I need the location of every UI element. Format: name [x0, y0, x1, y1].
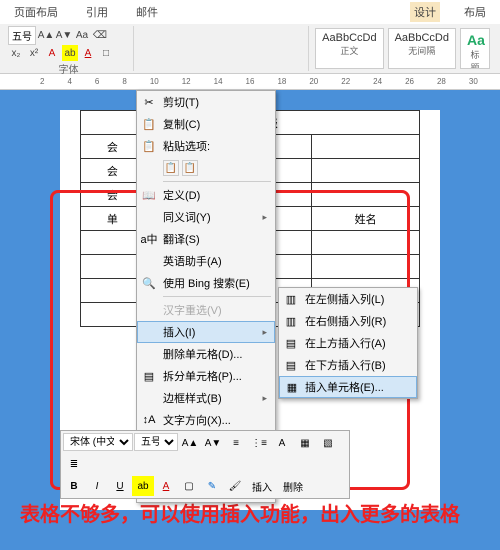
sub-icon[interactable]: x₂ — [8, 45, 24, 61]
font-group-label: 字体 — [8, 61, 129, 76]
annotation-text: 表格不够多，可以使用插入功能，出入更多的表格 — [20, 500, 460, 530]
border-icon[interactable]: ▢ — [178, 476, 200, 496]
shrink-font-icon[interactable]: A▼ — [56, 28, 72, 44]
grow-font-icon[interactable]: A▲ — [179, 433, 201, 453]
submenu-ins-right[interactable]: ▥在右侧插入列(R) — [279, 310, 417, 332]
book-icon: 📖 — [141, 187, 157, 203]
menu-split-cell[interactable]: ▤拆分单元格(P)... — [137, 365, 275, 387]
tab-ref[interactable]: 引用 — [82, 2, 112, 22]
chevron-right-icon: ▸ — [262, 327, 267, 338]
style-normal[interactable]: AaBbCcDd 正文 — [315, 28, 383, 69]
menu-hanzi: 汉字重选(V) — [137, 299, 275, 321]
menu-cut[interactable]: ✂剪切(T) — [137, 91, 275, 113]
menu-bing[interactable]: 🔍使用 Bing 搜索(E) — [137, 272, 275, 294]
style-nospace[interactable]: AaBbCcDd 无间隔 — [388, 28, 456, 69]
ins-col-left-icon: ▥ — [283, 291, 299, 307]
submenu-ins-above[interactable]: ▤在上方插入行(A) — [279, 332, 417, 354]
grow-font-icon[interactable]: A▲ — [38, 28, 54, 44]
merge-icon[interactable]: ▧ — [317, 433, 339, 453]
text-dir-icon: ↕A — [141, 412, 157, 428]
font-color-icon[interactable]: A — [80, 45, 96, 61]
tab-design[interactable]: 设计 — [410, 2, 440, 22]
ribbon: 五号 A▲ A▼ Aa ⌫ x₂ x² A ab A □ 字体 AaBbCcDd… — [0, 24, 500, 74]
menu-paste-options: 📋粘贴选项: — [137, 135, 275, 157]
text-effects-icon[interactable]: A — [44, 45, 60, 61]
submenu-ins-below[interactable]: ▤在下方插入行(B) — [279, 354, 417, 376]
underline-icon[interactable]: U — [109, 476, 131, 496]
menu-border-style[interactable]: 边框样式(B)▸ — [137, 387, 275, 409]
tab-mail[interactable]: 邮件 — [132, 2, 162, 22]
font-size-select[interactable]: 五号 — [8, 26, 36, 45]
tab-layout[interactable]: 页面布局 — [10, 2, 62, 22]
menu-translate[interactable]: a中翻译(S) — [137, 228, 275, 250]
menu-insert[interactable]: 插入(I)▸ — [137, 321, 275, 343]
align-icon[interactable]: ≣ — [63, 454, 85, 474]
highlight-icon[interactable]: ab — [62, 45, 78, 61]
italic-icon[interactable]: I — [86, 476, 108, 496]
scissors-icon: ✂ — [141, 94, 157, 110]
menu-en-help[interactable]: 英语助手(A) — [137, 250, 275, 272]
menu-delete-cell[interactable]: 删除单元格(D)... — [137, 343, 275, 365]
mini-delete-button[interactable]: 删除 — [278, 476, 308, 496]
search-icon: 🔍 — [141, 275, 157, 291]
bullets-icon[interactable]: ≡ — [225, 433, 247, 453]
pen-icon[interactable]: ✎ — [201, 476, 223, 496]
split-icon: ▤ — [141, 368, 157, 384]
ribbon-tabs: 页面布局 引用 邮件 设计 布局 — [0, 0, 500, 24]
translate-icon: a中 — [141, 231, 157, 247]
submenu-ins-left[interactable]: ▥在左侧插入列(L) — [279, 288, 417, 310]
format-painter-icon[interactable]: 🖌 — [224, 476, 246, 496]
tab-tbl-layout[interactable]: 布局 — [460, 2, 490, 22]
paste-opt-2[interactable]: 📋 — [182, 160, 198, 176]
styles-icon[interactable]: A — [271, 433, 293, 453]
insert-submenu: ▥在左侧插入列(L) ▥在右侧插入列(R) ▤在上方插入行(A) ▤在下方插入行… — [278, 287, 418, 399]
chevron-right-icon: ▸ — [262, 393, 267, 404]
paste-icon: 📋 — [141, 138, 157, 154]
chevron-right-icon: ▸ — [262, 212, 267, 223]
mini-toolbar: 宋体 (中文 五号 A▲ A▼ ≡ ⋮≡ A ▦ ▧ ≣ B I U ab A … — [60, 430, 350, 499]
mini-size-select[interactable]: 五号 — [134, 433, 178, 451]
paste-option-row: 📋 📋 — [137, 157, 275, 179]
highlight-icon[interactable]: ab — [132, 476, 154, 496]
menu-define[interactable]: 📖定义(D) — [137, 184, 275, 206]
font-color-icon[interactable]: A — [155, 476, 177, 496]
menu-text-dir[interactable]: ↕A文字方向(X)... — [137, 409, 275, 431]
sup-icon[interactable]: x² — [26, 45, 42, 61]
ins-row-above-icon: ▤ — [283, 335, 299, 351]
mini-insert-button[interactable]: 插入 — [247, 476, 277, 496]
shrink-font-icon[interactable]: A▼ — [202, 433, 224, 453]
clear-fmt-icon[interactable]: ⌫ — [92, 28, 108, 44]
numbering-icon[interactable]: ⋮≡ — [248, 433, 270, 453]
char-border-icon[interactable]: □ — [98, 45, 114, 61]
style-heading[interactable]: Aa 标题 — [460, 28, 490, 69]
bold-icon[interactable]: B — [63, 476, 85, 496]
mini-font-select[interactable]: 宋体 (中文 — [63, 433, 133, 451]
ins-row-below-icon: ▤ — [283, 357, 299, 373]
menu-copy[interactable]: 📋复制(C) — [137, 113, 275, 135]
ins-col-right-icon: ▥ — [283, 313, 299, 329]
document-area: 会议签到表 会 会 会 单单位姓名 ✂剪切(T) 📋复制(C) 📋粘贴选项: 📋… — [0, 90, 500, 550]
paste-opt-1[interactable]: 📋 — [163, 160, 179, 176]
menu-synonym[interactable]: 同义词(Y)▸ — [137, 206, 275, 228]
change-case-icon[interactable]: Aa — [74, 28, 90, 44]
table-icon[interactable]: ▦ — [294, 433, 316, 453]
copy-icon: 📋 — [141, 116, 157, 132]
ruler: 2468101214161820222426283032343638 — [0, 74, 500, 90]
submenu-ins-cell[interactable]: ▦插入单元格(E)... — [279, 376, 417, 398]
ins-cell-icon: ▦ — [284, 379, 300, 395]
